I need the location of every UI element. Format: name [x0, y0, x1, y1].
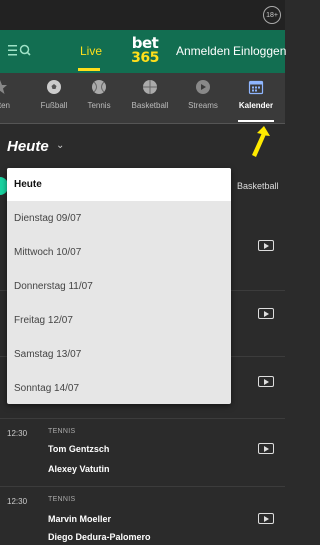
event-player-1[interactable]: Marvin Moeller — [48, 514, 111, 524]
event-divider — [0, 486, 285, 487]
nav-item-streams[interactable]: Streams — [178, 79, 228, 110]
play-icon — [196, 80, 210, 94]
date-option-heute[interactable]: Heute — [7, 168, 231, 201]
stream-play-button[interactable] — [258, 443, 274, 454]
date-option[interactable]: Sonntag 14/07 — [7, 372, 231, 404]
date-option[interactable]: Donnerstag 11/07 — [7, 270, 231, 303]
bet365-logo[interactable]: bet 365 — [128, 34, 162, 66]
soccer-ball-icon — [47, 80, 61, 94]
nav-item-tennis[interactable]: Tennis — [74, 79, 124, 110]
stream-play-button[interactable] — [258, 376, 274, 387]
event-sport: TENNIS — [48, 428, 76, 435]
nav-active-indicator — [238, 120, 274, 122]
app-header: Live bet 365 Anmelden Einloggen — [0, 30, 286, 73]
nav-item-favoriten[interactable]: oriten — [0, 79, 25, 110]
star-icon — [0, 80, 7, 94]
date-dropdown: Heute Dienstag 09/07 Mittwoch 10/07 Donn… — [7, 168, 231, 404]
event-time: 12:30 — [7, 497, 28, 506]
search-icon — [19, 44, 31, 56]
yellow-arrow-icon — [252, 126, 270, 157]
date-option[interactable]: Mittwoch 10/07 — [7, 236, 231, 269]
event-player-2[interactable]: Diego Dedura-Palomero — [48, 532, 151, 542]
live-underline — [78, 68, 100, 71]
sport-nav: oriten Fußball Tennis Basketball Streams… — [0, 73, 285, 124]
event-player-2[interactable]: Alexey Vatutin — [48, 464, 110, 474]
age-18-badge: 18+ — [263, 6, 281, 24]
chevron-down-icon[interactable]: ⌄ — [56, 140, 64, 151]
date-option[interactable]: Samstag 13/07 — [7, 338, 231, 371]
stream-play-button[interactable] — [258, 308, 274, 319]
stream-play-button[interactable] — [258, 513, 274, 524]
nav-item-basketball[interactable]: Basketball — [125, 79, 175, 110]
logo-bet: bet — [131, 34, 159, 52]
date-option[interactable]: Dienstag 09/07 — [7, 202, 231, 235]
calendar-icon — [248, 80, 264, 95]
top-strip: 18+ — [0, 0, 285, 30]
nav-item-kalender[interactable]: Kalender — [231, 79, 281, 110]
date-option[interactable]: Freitag 12/07 — [7, 304, 231, 337]
date-selector-heading[interactable]: Heute — [7, 138, 49, 155]
logo-365: 365 — [131, 50, 159, 66]
event-sport: TENNIS — [48, 496, 76, 503]
stream-play-button[interactable] — [258, 240, 274, 251]
event-player-1[interactable]: Tom Gentzsch — [48, 444, 109, 454]
register-button[interactable]: Anmelden — [176, 44, 230, 58]
tennis-ball-icon — [92, 80, 106, 94]
menu-icon — [8, 44, 31, 56]
live-link[interactable]: Live — [80, 44, 102, 58]
filter-basketball[interactable]: Basketball — [237, 181, 279, 191]
basketball-icon — [143, 80, 157, 94]
login-button[interactable]: Einloggen — [233, 44, 286, 58]
menu-search-button[interactable] — [6, 42, 36, 60]
event-divider — [0, 418, 285, 419]
nav-item-fussball[interactable]: Fußball — [29, 79, 79, 110]
event-time: 12:30 — [7, 429, 28, 438]
